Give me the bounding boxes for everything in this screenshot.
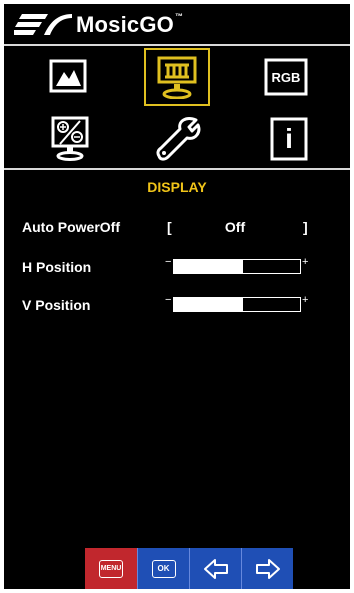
trademark: ™ — [174, 11, 183, 21]
display-icon — [157, 56, 197, 99]
v-position-slider[interactable]: − + — [165, 294, 309, 314]
v-position-minus: − — [165, 294, 172, 306]
v-position-plus: + — [302, 294, 309, 306]
icons-divider — [4, 168, 350, 170]
v-position-track[interactable] — [173, 297, 301, 312]
section-title: DISPLAY — [147, 179, 207, 195]
header: MosicGO ™ — [4, 4, 350, 44]
menu-item-info[interactable]: i — [268, 116, 310, 162]
arrow-left-icon — [203, 558, 228, 579]
h-position-slider[interactable]: − + — [165, 256, 309, 276]
h-position-label: H Position — [22, 259, 92, 275]
info-label: i — [285, 123, 293, 154]
ok-button[interactable]: OK — [137, 548, 189, 589]
auto-power-off-value[interactable]: Off — [205, 219, 265, 235]
menu-icon-grid: RGB i — [4, 46, 350, 168]
picture-icon — [49, 59, 87, 93]
left-arrow-button[interactable] — [189, 548, 241, 589]
osd-menu: MosicGO ™ RGB i DISPLAY Auto PowerOff [… — [4, 4, 350, 589]
v-position-label: V Position — [22, 297, 91, 313]
menu-item-display[interactable] — [144, 48, 210, 106]
control-button-bar: MENU OK — [85, 548, 293, 589]
h-position-minus: − — [165, 256, 172, 268]
menu-item-color-settings[interactable] — [48, 114, 92, 162]
auto-power-off-label: Auto PowerOff — [22, 219, 120, 235]
h-position-fill — [174, 260, 244, 273]
color-settings-icon — [51, 116, 89, 161]
right-arrow-button[interactable] — [241, 548, 293, 589]
auto-power-off-close-bracket: ] — [303, 219, 308, 235]
brand-name: MosicGO — [76, 12, 174, 37]
logo-mark-icon — [14, 14, 72, 35]
ok-key-label: OK — [151, 559, 176, 578]
menu-item-setup[interactable] — [154, 114, 204, 164]
menu-item-rgb[interactable]: RGB — [262, 56, 310, 98]
h-position-plus: + — [302, 256, 309, 268]
menu-button[interactable]: MENU — [85, 548, 137, 589]
menu-item-picture[interactable] — [46, 56, 90, 96]
brand-logo: MosicGO ™ — [14, 10, 183, 40]
rgb-label: RGB — [271, 69, 301, 85]
v-position-fill — [174, 298, 244, 311]
setup-wrench-icon — [156, 117, 201, 161]
auto-power-off-open-bracket: [ — [167, 219, 172, 235]
h-position-track[interactable] — [173, 259, 301, 274]
menu-key-label: MENU — [99, 559, 123, 578]
arrow-right-icon — [255, 558, 280, 579]
